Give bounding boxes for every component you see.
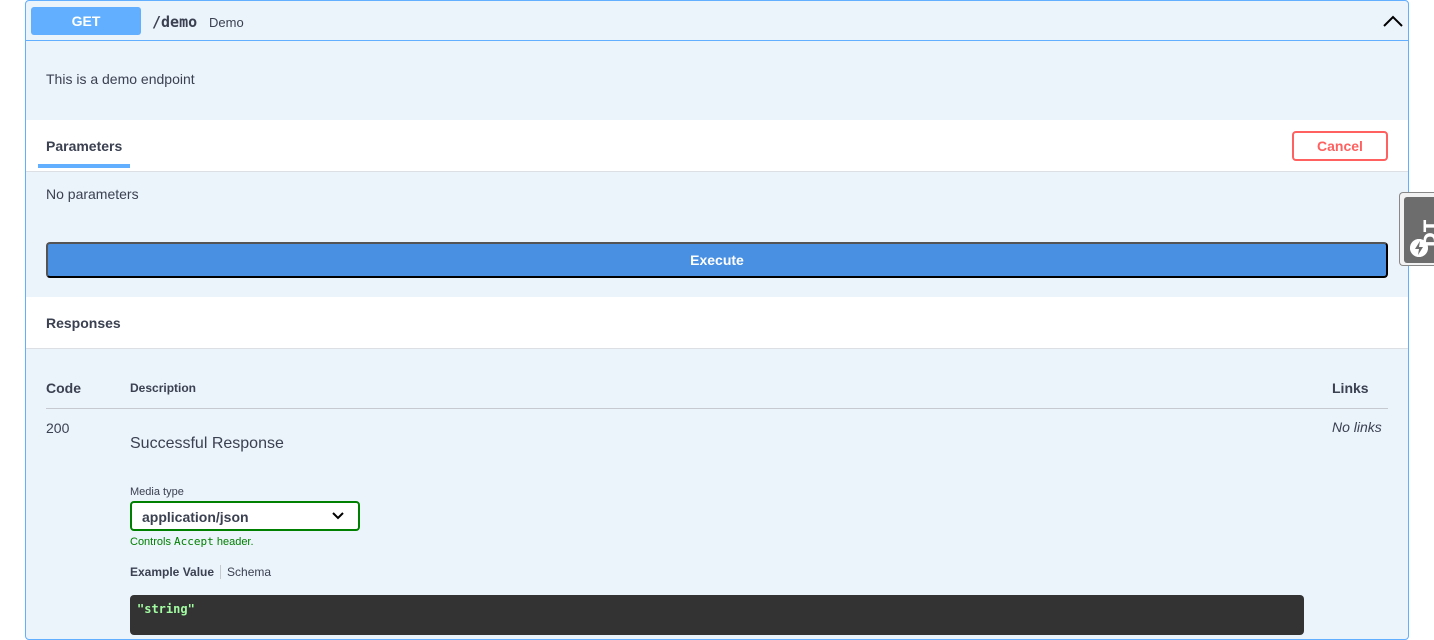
endpoint-description: This is a demo endpoint — [46, 71, 195, 87]
dev-tools-badge: DT — [1404, 197, 1434, 263]
example-tabs: Example Value Schema — [130, 565, 271, 579]
media-type-label: Media type — [130, 486, 184, 498]
hint-code: Accept — [174, 535, 214, 548]
media-type-hint: Controls Accept header. — [130, 535, 254, 548]
http-method-badge: GET — [31, 7, 141, 35]
no-parameters-text: No parameters — [46, 186, 139, 202]
cancel-button[interactable]: Cancel — [1292, 131, 1388, 161]
dev-tools-tab[interactable]: DT — [1399, 192, 1434, 266]
response-description: Successful Response — [130, 435, 284, 453]
column-header-description: Description — [130, 381, 196, 395]
responses-title: Responses — [46, 315, 121, 331]
responses-header: Responses — [26, 297, 1408, 349]
bolt-icon — [1410, 239, 1428, 257]
execute-button[interactable]: Execute — [46, 242, 1388, 278]
table-header-divider — [46, 408, 1388, 409]
example-code: "string" — [137, 602, 195, 616]
response-links: No links — [1332, 419, 1382, 435]
chevron-down-icon — [331, 511, 345, 521]
media-type-select[interactable]: application/json — [130, 501, 360, 531]
column-header-code: Code — [46, 380, 81, 396]
hint-suffix: header. — [217, 536, 254, 548]
response-code: 200 — [46, 420, 69, 436]
tab-parameters[interactable]: Parameters — [38, 120, 130, 168]
endpoint-summary: Demo — [209, 15, 244, 30]
tab-divider — [220, 565, 221, 579]
tab-example-value[interactable]: Example Value — [130, 565, 214, 579]
tab-parameters-label: Parameters — [46, 138, 122, 154]
media-type-value: application/json — [142, 509, 249, 525]
tab-schema[interactable]: Schema — [227, 565, 271, 579]
operation-block: GET /demo Demo This is a demo endpoint P… — [25, 0, 1409, 640]
parameters-header: Parameters Cancel — [26, 120, 1408, 172]
endpoint-path: /demo — [152, 13, 197, 31]
hint-prefix: Controls — [130, 536, 171, 548]
column-header-links: Links — [1332, 380, 1369, 396]
chevron-up-icon[interactable] — [1382, 13, 1404, 29]
operation-summary[interactable]: GET /demo Demo — [26, 1, 1408, 41]
example-code-block: "string" — [130, 595, 1304, 635]
